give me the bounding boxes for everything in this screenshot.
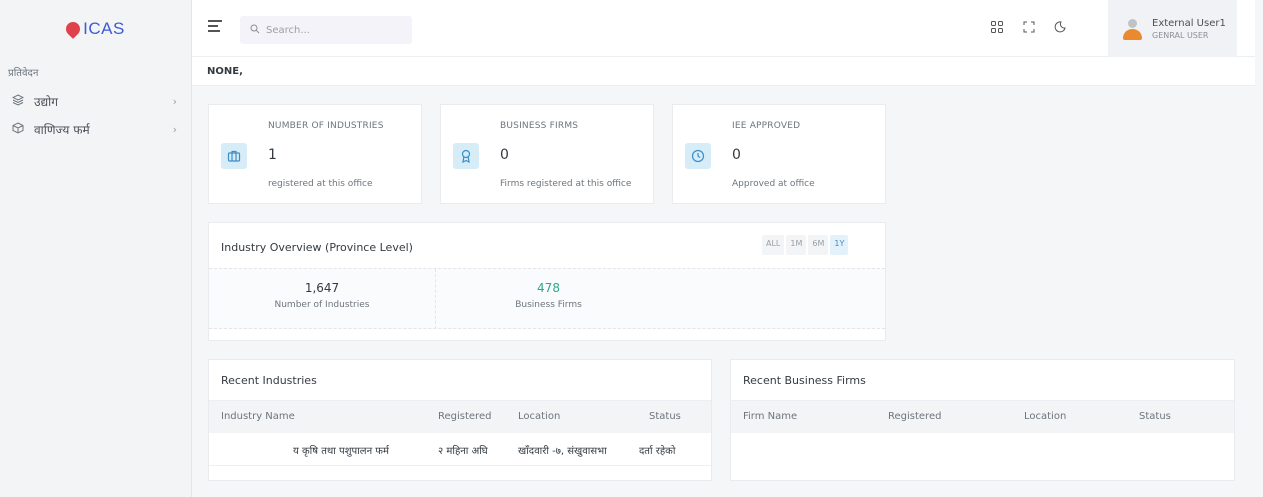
sidebar-item-commerce-firm[interactable]: वाणिज्य फर्म ›	[0, 115, 191, 143]
table-header: Industry Name Registered Location Status	[209, 401, 711, 433]
recent-firms-title: Recent Business Firms	[731, 360, 1234, 401]
stat-title: NUMBER OF INDUSTRIES	[268, 121, 384, 131]
cell-location: खाँदवारी -७, संखुवासभा	[518, 446, 607, 457]
logo-mark-icon	[63, 18, 84, 39]
overview-title: Industry Overview (Province Level)	[221, 241, 413, 254]
sidebar-item-industry[interactable]: उद्योग ›	[0, 87, 191, 115]
fullscreen-icon[interactable]	[1020, 18, 1038, 36]
stat-card-business-firms: BUSINESS FIRMS 0 Firms registered at thi…	[440, 104, 654, 204]
user-menu[interactable]: External User1 GENRAL USER	[1108, 0, 1237, 57]
metric-label: Business Firms	[515, 300, 582, 310]
page-title: NONE,	[192, 57, 1255, 86]
user-role: GENRAL USER	[1152, 30, 1209, 40]
column-header[interactable]: Status	[1139, 411, 1171, 422]
column-header[interactable]: Location	[1024, 411, 1066, 422]
column-header[interactable]: Location	[518, 411, 560, 422]
metric-industries: 1,647 Number of Industries	[209, 269, 435, 329]
column-header[interactable]: Status	[649, 411, 681, 422]
stat-subtitle: Approved at office	[732, 179, 815, 189]
stat-card-industries: NUMBER OF INDUSTRIES 1 registered at thi…	[208, 104, 422, 204]
metric-value: 1,647	[304, 281, 340, 295]
search-icon	[250, 24, 260, 37]
recent-business-firms-card: Recent Business Firms Firm Name Register…	[730, 359, 1235, 481]
sidebar-item-label: उद्योग	[34, 94, 59, 109]
avatar	[1122, 18, 1142, 40]
industry-overview-card: Industry Overview (Province Level) ALL 1…	[208, 222, 886, 341]
recent-industries-title: Recent Industries	[209, 360, 711, 401]
overview-metrics: 1,647 Number of Industries 478 Business …	[209, 268, 885, 329]
clock-icon	[685, 143, 711, 169]
stat-title: BUSINESS FIRMS	[500, 121, 579, 131]
tab-1y[interactable]: 1Y	[830, 235, 849, 255]
column-header[interactable]: Industry Name	[221, 411, 295, 422]
column-header[interactable]: Registered	[438, 411, 491, 422]
cell-status: दर्ता रहेको	[639, 446, 676, 457]
sidebar: ICAS प्रतिवेदन उद्योग › वाणिज्य फर्म ›	[0, 0, 192, 497]
column-header[interactable]: Firm Name	[743, 411, 797, 422]
tab-all[interactable]: ALL	[762, 235, 785, 255]
stat-subtitle: Firms registered at this office	[500, 179, 632, 189]
briefcase-icon	[221, 143, 247, 169]
table-header: Firm Name Registered Location Status	[731, 401, 1234, 433]
metric-business-firms: 478 Business Firms	[435, 269, 661, 329]
award-icon	[453, 143, 479, 169]
table-row[interactable]: य कृषि तथा पशुपालन फर्म २ महिना अघि खाँद…	[209, 433, 711, 466]
layers-icon	[11, 93, 28, 109]
metric-value: 478	[537, 281, 560, 295]
cell-registered: २ महिना अघि	[438, 446, 488, 457]
app-logo[interactable]: ICAS	[0, 0, 191, 57]
sidebar-item-label: वाणिज्य फर्म	[34, 122, 90, 137]
app-name: ICAS	[83, 18, 125, 38]
search-box[interactable]	[240, 16, 412, 44]
tab-6m[interactable]: 6M	[808, 235, 829, 255]
stat-subtitle: registered at this office	[268, 179, 373, 189]
stat-title: IEE APPROVED	[732, 121, 801, 131]
dark-mode-moon-icon[interactable]	[1051, 18, 1069, 36]
apps-grid-icon[interactable]	[988, 18, 1006, 36]
user-name: External User1	[1152, 17, 1226, 29]
stat-value: 0	[500, 147, 509, 163]
chevron-right-icon: ›	[172, 122, 177, 136]
column-header[interactable]: Registered	[888, 411, 941, 422]
metric-label: Number of Industries	[274, 300, 370, 310]
box-icon	[12, 121, 28, 137]
period-tabs: ALL 1M 6M 1Y	[762, 235, 849, 255]
tab-1m[interactable]: 1M	[786, 235, 807, 255]
menu-toggle-icon[interactable]	[208, 20, 222, 34]
stat-value: 0	[732, 147, 741, 163]
menu-section-title: प्रतिवेदन	[8, 68, 39, 79]
cell-industry-name: य कृषि तथा पशुपालन फर्म	[292, 446, 389, 457]
chevron-right-icon: ›	[172, 94, 177, 108]
search-input[interactable]	[266, 24, 406, 36]
recent-industries-card: Recent Industries Industry Name Register…	[208, 359, 712, 481]
stat-card-iee-approved: IEE APPROVED 0 Approved at office	[672, 104, 886, 204]
stat-value: 1	[268, 147, 277, 163]
topbar: External User1 GENRAL USER	[192, 0, 1255, 57]
